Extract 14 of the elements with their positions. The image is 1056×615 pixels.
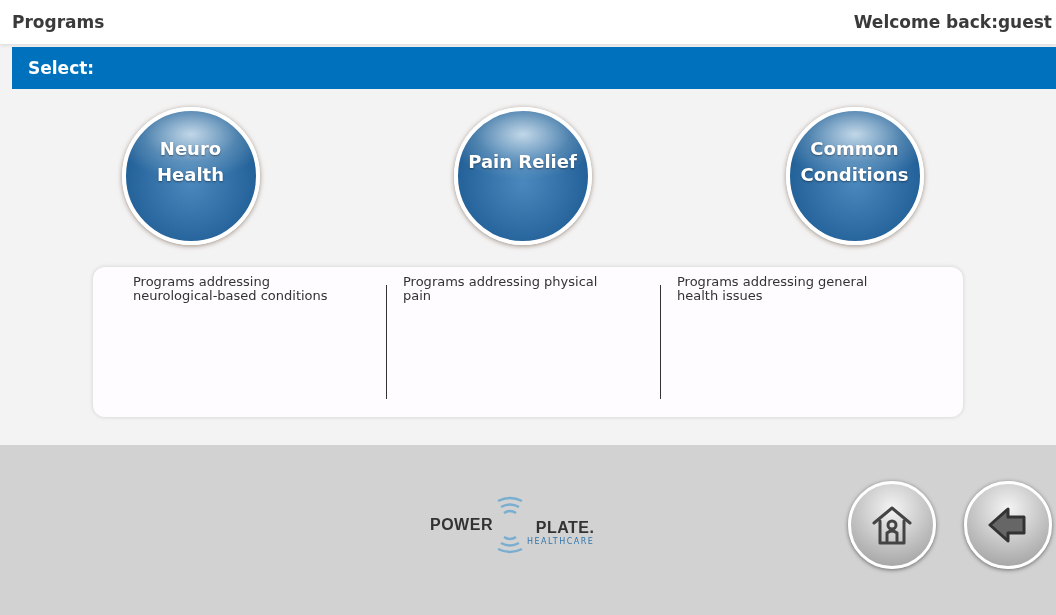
select-label: Select:: [28, 58, 95, 78]
program-button[interactable]: Common Conditions: [785, 107, 924, 245]
logo-subtitle: HEALTHCARE: [526, 536, 595, 546]
program-button[interactable]: Pain Relief: [453, 107, 592, 245]
program-description: Programs addressing physical pain: [403, 275, 599, 303]
welcome-text: Welcome back:guest: [853, 12, 1052, 32]
home-button[interactable]: [848, 481, 936, 569]
logo-text: PLATE.: [535, 518, 595, 537]
program-description: Programs addressing neurological-based conditions: [133, 275, 329, 303]
program-button[interactable]: Neuro Health: [121, 107, 260, 245]
page-title: Programs: [12, 12, 105, 32]
program-description: Programs addressing general health issues: [677, 275, 869, 303]
logo-text: POWER: [430, 516, 493, 534]
back-button[interactable]: [964, 481, 1052, 569]
